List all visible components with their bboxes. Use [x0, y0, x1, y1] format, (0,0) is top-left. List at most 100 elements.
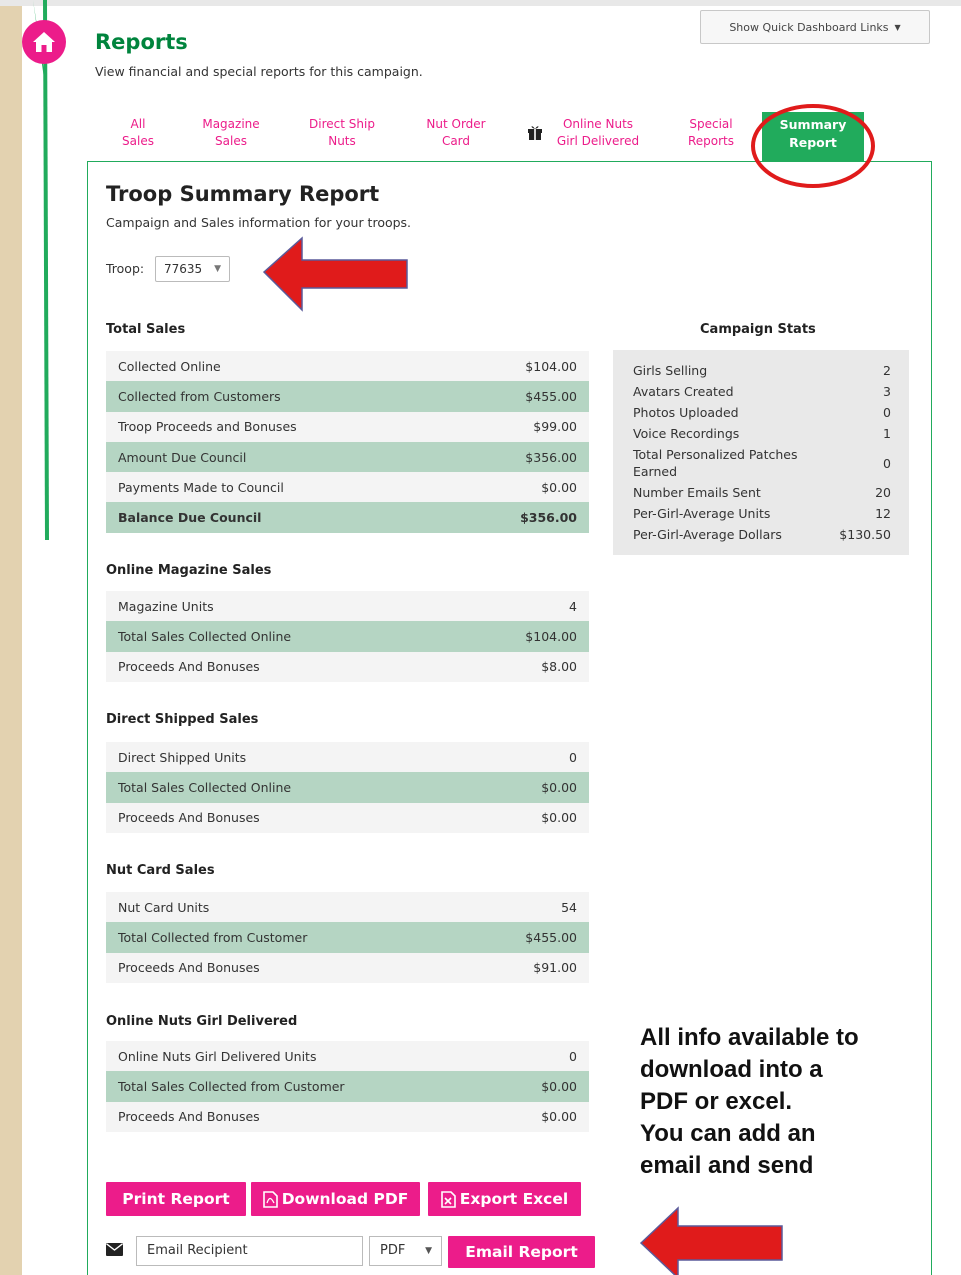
email-recipient-placeholder: Email Recipient	[147, 1243, 248, 1258]
tab-summary-report[interactable]: Summary Report	[762, 112, 864, 162]
email-format-select[interactable]: PDF ▼	[369, 1236, 442, 1266]
row-label: Online Nuts Girl Delivered Units	[118, 1048, 317, 1064]
table-row: Proceeds And Bonuses $0.00	[106, 1101, 589, 1132]
download-pdf-label: Download PDF	[281, 1190, 409, 1208]
tab-label: Card	[441, 134, 471, 148]
tab-label: Girl Delivered	[556, 134, 640, 148]
tab-online-nuts-girl-delivered[interactable]: Online Nuts Girl Delivered	[546, 116, 650, 160]
tab-label: Direct Ship	[309, 117, 375, 131]
row-label: Amount Due Council	[118, 449, 247, 465]
table-row: Total Sales Collected from Customer $0.00	[106, 1071, 589, 1102]
stat-value: 0	[883, 405, 891, 420]
row-label: Total Sales Collected from Customer	[118, 1078, 345, 1094]
troop-select[interactable]: 77635 ▼	[155, 256, 230, 282]
row-label: Proceeds And Bonuses	[118, 960, 260, 976]
tab-label: Nut Order	[426, 117, 486, 131]
chevron-down-icon: ▼	[894, 22, 901, 32]
row-value: $91.00	[533, 960, 577, 976]
row-label: Total Sales Collected Online	[118, 779, 292, 795]
row-value: $0.00	[541, 779, 577, 795]
row-label: Collected Online	[118, 358, 221, 374]
tab-magazine-sales[interactable]: Magazine Sales	[190, 116, 272, 160]
row-label: Balance Due Council	[118, 510, 262, 526]
table-row: Proceeds And Bonuses $8.00	[106, 651, 589, 682]
stat-value: 2	[883, 363, 891, 378]
row-label: Total Sales Collected Online	[118, 628, 292, 644]
row-value: $0.00	[541, 479, 577, 495]
left-decorative-strip	[0, 0, 22, 1275]
report-subtitle: Campaign and Sales information for your …	[106, 215, 412, 230]
stat-label: Per-Girl-Average Units	[633, 506, 771, 521]
row-value: 0	[569, 1048, 577, 1064]
table-row: Direct Shipped Units 0	[106, 742, 589, 773]
row-label: Payments Made to Council	[118, 479, 284, 495]
table-row: Total Collected from Customer $455.00	[106, 922, 589, 953]
row-label: Proceeds And Bonuses	[118, 810, 260, 826]
stat-value: 12	[875, 506, 891, 521]
tab-label: All	[130, 117, 146, 131]
row-value: $356.00	[520, 510, 577, 526]
stat-value: $130.50	[839, 527, 891, 542]
table-row: Nut Card Units 54	[106, 892, 589, 923]
row-value: $455.00	[525, 929, 577, 945]
campaign-stats-title: Campaign Stats	[700, 322, 816, 337]
tab-label: Special	[689, 117, 733, 131]
stat-label: Photos Uploaded	[633, 405, 739, 420]
tab-special-reports[interactable]: Special Reports	[676, 116, 746, 160]
stat-row: Per-Girl-Average Units 12	[633, 503, 891, 524]
tab-label: Sales	[122, 134, 154, 148]
tab-label: Summary	[779, 117, 847, 132]
stat-label: Voice Recordings	[633, 426, 740, 441]
stat-row: Girls Selling 2	[633, 360, 891, 381]
row-label: Direct Shipped Units	[118, 749, 247, 765]
table-row: Total Sales Collected Online $104.00	[106, 621, 589, 652]
stat-label: Number Emails Sent	[633, 485, 761, 500]
stat-row: Per-Girl-Average Dollars $130.50	[633, 524, 891, 545]
table-row: Total Sales Collected Online $0.00	[106, 772, 589, 803]
export-excel-label: Export Excel	[459, 1190, 569, 1208]
section-title-total-sales: Total Sales	[106, 322, 186, 337]
tab-label: Nuts	[328, 134, 356, 148]
page-title: Reports	[95, 30, 188, 54]
stat-row: Voice Recordings 1	[633, 423, 891, 444]
quick-dashboard-links-dropdown[interactable]: Show Quick Dashboard Links ▼	[700, 10, 930, 44]
row-value: $0.00	[541, 1078, 577, 1094]
stat-value: 20	[875, 485, 891, 500]
callout-line: All info available to	[640, 1024, 859, 1051]
troop-label: Troop:	[106, 261, 145, 276]
quick-links-label: Show Quick Dashboard Links	[729, 20, 889, 34]
download-pdf-button[interactable]: Download PDF	[251, 1182, 420, 1216]
table-row: Proceeds And Bonuses $0.00	[106, 802, 589, 833]
tab-label: Magazine	[202, 117, 260, 131]
row-value: $356.00	[525, 449, 577, 465]
table-row: Proceeds And Bonuses $91.00	[106, 952, 589, 983]
tab-label: Online Nuts	[562, 117, 634, 131]
export-excel-button[interactable]: Export Excel	[428, 1182, 581, 1216]
stat-row: Total Personalized Patches Earned 0	[633, 444, 891, 482]
stat-row: Avatars Created 3	[633, 381, 891, 402]
gift-icon	[528, 126, 542, 140]
total-sales-table: Collected Online $104.00 Collected from C…	[106, 351, 589, 533]
stat-label: Avatars Created	[633, 384, 734, 399]
row-value: $99.00	[533, 419, 577, 435]
row-value: $104.00	[525, 628, 577, 644]
tab-label: Reports	[687, 134, 735, 148]
tab-all-sales[interactable]: All Sales	[112, 116, 164, 160]
email-recipient-input[interactable]: Email Recipient	[136, 1236, 363, 1266]
magazine-sales-table: Magazine Units 4 Total Sales Collected On…	[106, 591, 589, 682]
row-label: Nut Card Units	[118, 899, 210, 915]
campaign-stats-box: Girls Selling 2 Avatars Created 3 Photos U…	[613, 350, 909, 555]
tab-direct-ship-nuts[interactable]: Direct Ship Nuts	[296, 116, 388, 160]
envelope-icon	[106, 1243, 123, 1256]
annotation-callout-text: All info available to download into a PD…	[640, 1022, 940, 1182]
row-value: $0.00	[541, 1109, 577, 1125]
home-button[interactable]	[22, 20, 66, 64]
print-report-button[interactable]: Print Report	[106, 1182, 246, 1216]
tab-nut-order-card[interactable]: Nut Order Card	[414, 116, 498, 160]
row-label: Magazine Units	[118, 598, 214, 614]
row-value: $455.00	[525, 388, 577, 404]
page-subtitle: View financial and special reports for t…	[95, 64, 423, 79]
row-label: Proceeds And Bonuses	[118, 1109, 260, 1125]
callout-line: You can add an	[640, 1120, 816, 1147]
email-report-button[interactable]: Email Report	[448, 1236, 595, 1268]
